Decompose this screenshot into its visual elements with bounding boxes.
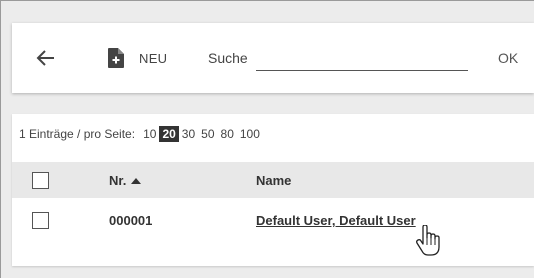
search-input[interactable] (256, 43, 468, 71)
page-size-80[interactable]: 80 (218, 126, 237, 142)
entry-count-label: 1 Einträge / pro Seite: (19, 127, 136, 141)
page-size-30[interactable]: 30 (179, 126, 198, 142)
row-checkbox[interactable] (32, 212, 49, 229)
sort-ascending-icon (131, 178, 142, 184)
table-header: Nr. Name (12, 162, 534, 198)
search-label: Suche (208, 50, 248, 66)
ok-button[interactable]: OK (498, 50, 518, 66)
toolbar: NEU Suche OK (12, 23, 534, 93)
table-row: 000001 Default User, Default User (12, 198, 534, 240)
new-button-label: NEU (139, 50, 168, 66)
page-size-50[interactable]: 50 (198, 126, 217, 142)
document-plus-icon (108, 48, 124, 68)
back-button[interactable] (35, 47, 57, 69)
page-size-100[interactable]: 100 (237, 126, 263, 142)
new-button[interactable]: NEU (108, 47, 167, 69)
column-header-nr-label: Nr. (109, 173, 127, 188)
page-size-20[interactable]: 20 (159, 126, 179, 142)
row-nr: 000001 (109, 213, 153, 228)
pagination-bar: 1 Einträge / pro Seite: 10 20 30 50 80 1… (19, 125, 263, 143)
hand-pointer-icon (416, 225, 440, 256)
column-header-name[interactable]: Name (256, 173, 291, 188)
select-all-checkbox[interactable] (32, 172, 49, 189)
arrow-left-icon (36, 50, 54, 66)
column-header-nr[interactable]: Nr. (109, 173, 142, 188)
row-name-link[interactable]: Default User, Default User (256, 213, 416, 228)
results-panel: 1 Einträge / pro Seite: 10 20 30 50 80 1… (12, 114, 534, 266)
page-size-10[interactable]: 10 (140, 126, 159, 142)
